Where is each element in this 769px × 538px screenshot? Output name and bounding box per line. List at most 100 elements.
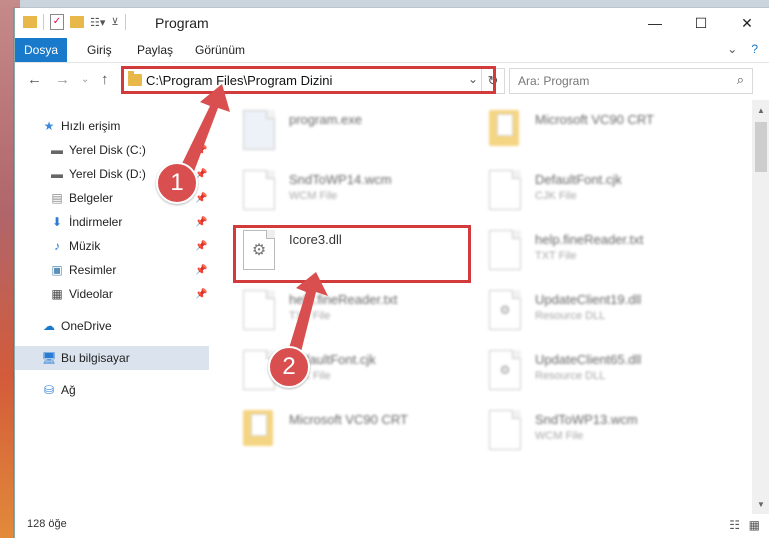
minimize-button[interactable]: —	[632, 8, 678, 38]
documents-icon: ▤	[51, 191, 63, 205]
folder-icon	[23, 16, 37, 28]
pin-icon[interactable]: 📌	[195, 193, 207, 204]
tab-share[interactable]: Paylaş	[137, 43, 173, 57]
computer-icon: 🖥	[41, 351, 57, 365]
drive-icon: ▬	[51, 167, 63, 181]
ribbon-right-controls: ⌄ ?	[727, 42, 758, 56]
video-icon: ▦	[51, 287, 63, 301]
file-name: Microsoft VC90 CRT	[289, 412, 408, 427]
file-item[interactable]: Microsoft VC90 CRT	[483, 104, 713, 160]
dropdown-icon[interactable]: ⊻	[111, 17, 118, 28]
sidebar-item-pictures[interactable]: ▣ Resimler 📌	[15, 258, 209, 282]
music-icon: ♪	[54, 239, 60, 253]
tab-view[interactable]: Görünüm	[195, 43, 245, 57]
window-controls: — ☐ ✕	[632, 8, 769, 38]
pin-icon[interactable]: 📌	[195, 265, 207, 276]
file-type: TXT File	[289, 310, 331, 322]
new-folder-icon[interactable]	[70, 16, 84, 28]
sidebar-item-downloads[interactable]: ⬇ İndirmeler 📌	[15, 210, 209, 234]
folder-icon	[243, 410, 275, 450]
file-name: UpdateClient19.dll	[535, 292, 642, 307]
file-item[interactable]: help.fineReader.txt TXT File	[237, 284, 467, 340]
file-list: program.exe Microsoft VC90 CRT SndToWP14…	[211, 100, 750, 514]
search-icon[interactable]: ⌕	[737, 72, 744, 88]
customize-toolbar-icon[interactable]: ☷▾	[90, 16, 105, 29]
pin-icon[interactable]: 📌	[195, 145, 207, 156]
download-icon: ⬇	[51, 215, 63, 229]
file-name: DefaultFont.cjk	[535, 172, 622, 187]
address-highlight-box	[121, 66, 496, 94]
folder-icon	[489, 110, 521, 150]
sidebar-item-quick-access[interactable]: ★ Hızlı erişim	[15, 114, 209, 138]
file-name: help.fineReader.txt	[535, 232, 644, 247]
file-name: SndToWP13.wcm	[535, 412, 638, 427]
scroll-up-icon[interactable]: ▲	[752, 102, 769, 118]
file-icon	[489, 170, 521, 210]
cloud-icon: ☁	[43, 319, 55, 333]
up-icon[interactable]: ↑	[101, 71, 109, 88]
sidebar-item-local-disk-c[interactable]: ▬ Yerel Disk (C:) 📌	[15, 138, 209, 162]
pin-icon[interactable]: 📌	[195, 241, 207, 252]
sidebar-item-label: Resimler	[69, 263, 117, 277]
file-item[interactable]: program.exe	[237, 104, 467, 160]
dll-gear-icon: ⚙	[489, 290, 521, 330]
maximize-button[interactable]: ☐	[678, 8, 724, 38]
sidebar-item-music[interactable]: ♪ Müzik 📌	[15, 234, 209, 258]
sidebar-item-label: Hızlı erişim	[61, 119, 121, 133]
vertical-scrollbar[interactable]: ▲ ▼	[752, 100, 769, 514]
recent-locations-icon[interactable]: ⌄	[81, 74, 89, 85]
search-placeholder: Ara: Program	[518, 74, 590, 88]
star-icon: ★	[43, 119, 55, 133]
tab-file[interactable]: Dosya	[15, 38, 67, 62]
file-item[interactable]: DefaultFont.cjk CJK File	[483, 164, 713, 220]
details-view-icon[interactable]: ☷	[729, 518, 740, 532]
pin-icon[interactable]: 📌	[195, 217, 207, 228]
sidebar-item-label: Ağ	[61, 383, 76, 397]
large-icons-view-icon[interactable]: ▦	[749, 518, 760, 532]
pictures-icon: ▣	[51, 263, 63, 277]
sidebar-item-label: OneDrive	[61, 319, 112, 333]
help-icon[interactable]: ?	[751, 42, 758, 56]
file-type: WCM File	[289, 190, 338, 202]
close-button[interactable]: ✕	[724, 8, 769, 38]
file-item[interactable]: ⚙ UpdateClient19.dll Resource DLL	[483, 284, 713, 340]
toolbar-divider	[124, 14, 126, 30]
expand-ribbon-icon[interactable]: ⌄	[727, 42, 737, 56]
sidebar-item-label: Belgeler	[69, 191, 114, 205]
sidebar-item-network[interactable]: ⛁ Ağ	[15, 378, 209, 402]
item-count: 128 öğe	[27, 518, 67, 530]
sidebar-item-videos[interactable]: ▦ Videolar 📌	[15, 282, 209, 306]
file-item[interactable]: SndToWP13.wcm WCM File	[483, 404, 713, 460]
file-item[interactable]: ⚙ UpdateClient65.dll Resource DLL	[483, 344, 713, 400]
pin-icon[interactable]: 📌	[195, 289, 207, 300]
file-name: help.fineReader.txt	[289, 292, 398, 307]
callout-step-2: 2	[268, 346, 310, 388]
file-type: TXT File	[535, 250, 577, 262]
file-item[interactable]: Microsoft VC90 CRT	[237, 404, 467, 460]
file-item[interactable]: help.fineReader.txt TXT File	[483, 224, 713, 280]
scrollbar-thumb[interactable]	[755, 122, 767, 172]
properties-icon[interactable]: ✓	[50, 14, 64, 30]
tab-home[interactable]: Giriş	[87, 43, 112, 57]
file-icon	[243, 170, 275, 210]
sidebar-item-label: Bu bilgisayar	[61, 351, 130, 365]
sidebar-item-onedrive[interactable]: ☁ OneDrive	[15, 314, 209, 338]
file-icon	[489, 410, 521, 450]
sidebar-item-label: Yerel Disk (D:)	[69, 167, 146, 181]
toolbar-divider	[43, 14, 44, 30]
file-type: Resource DLL	[535, 370, 606, 382]
scroll-down-icon[interactable]: ▼	[752, 496, 769, 512]
forward-icon[interactable]: →	[55, 71, 70, 88]
sidebar-item-label: Videolar	[69, 287, 113, 301]
sidebar-item-this-pc[interactable]: 🖥 Bu bilgisayar	[15, 346, 209, 370]
file-name: program.exe	[289, 112, 362, 127]
file-item[interactable]: SndToWP14.wcm WCM File	[237, 164, 467, 220]
exe-file-icon	[243, 110, 275, 150]
back-icon[interactable]: ←	[27, 71, 42, 88]
sidebar-item-label: İndirmeler	[69, 215, 123, 229]
quick-access-toolbar: ✓ ☷▾ ⊻	[23, 14, 126, 30]
search-box[interactable]: Ara: Program ⌕	[509, 68, 753, 94]
network-icon: ⛁	[43, 383, 55, 397]
file-name: UpdateClient65.dll	[535, 352, 642, 367]
file-icon	[243, 290, 275, 330]
